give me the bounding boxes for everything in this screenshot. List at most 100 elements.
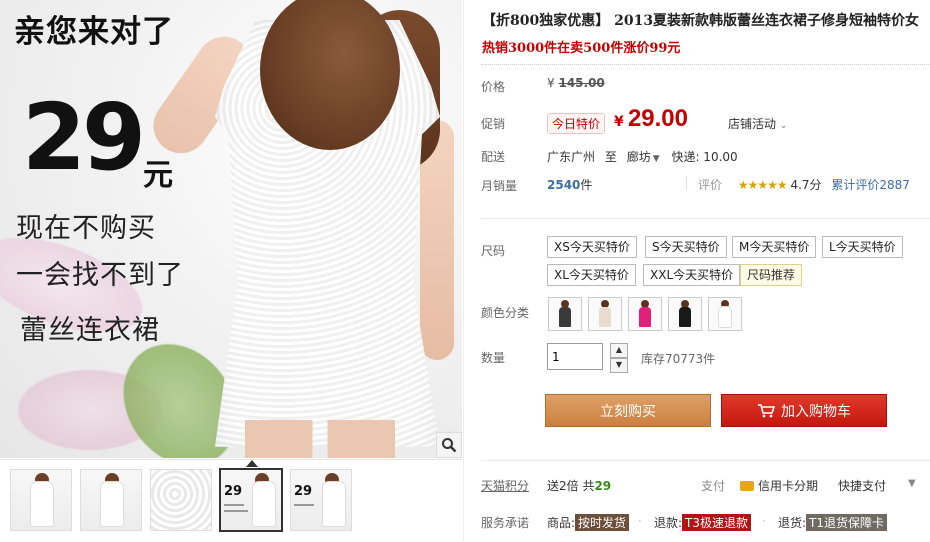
- quantity-label: 数量: [481, 351, 506, 365]
- quantity-decrease-button[interactable]: ▼: [610, 358, 628, 373]
- size-option-m[interactable]: M今天买特价: [732, 236, 817, 258]
- size-recommend-button[interactable]: 尺码推荐: [740, 264, 803, 286]
- caret-down-icon: ▼: [615, 360, 623, 369]
- thumbnail-lace-closeup: [151, 470, 211, 530]
- stock-count: 库存70773件: [641, 352, 716, 366]
- color-swatch-3[interactable]: [628, 297, 662, 331]
- points-value: 29: [594, 479, 612, 493]
- promo-headline: 亲您来对了: [14, 14, 174, 50]
- service-label: 服务承诺: [481, 516, 530, 530]
- thumbnail-4[interactable]: 29: [219, 468, 283, 532]
- swatch-dress: [559, 307, 571, 327]
- color-swatch-4[interactable]: [668, 297, 702, 331]
- zoom-button[interactable]: [436, 432, 462, 458]
- product-title: 【折800独家优惠】 2013夏装新款韩版蕾丝连衣裙子修身短袖特价女: [482, 13, 920, 29]
- color-swatch-2[interactable]: [588, 297, 622, 331]
- service-goods-label: 商品:: [547, 516, 576, 530]
- thumbnail-dress: [323, 482, 345, 526]
- quantity-input[interactable]: [547, 343, 603, 370]
- review-label: 评价: [698, 178, 723, 192]
- active-thumbnail-indicator: [246, 460, 258, 467]
- buy-now-button[interactable]: 立刻购买: [545, 394, 711, 427]
- currency-symbol: ¥: [614, 114, 624, 130]
- current-price: ¥ 29.00: [614, 105, 688, 133]
- caret-up-icon: ▲: [615, 345, 623, 354]
- currency-symbol: ¥: [547, 76, 555, 90]
- add-to-cart-label: 加入购物车: [781, 403, 851, 420]
- thumbnail-2[interactable]: [80, 469, 142, 531]
- thumbnail-strip: 29 29: [0, 459, 462, 542]
- thumbnail-3[interactable]: [150, 469, 212, 531]
- ship-destination-select[interactable]: 廊坊 ▼: [627, 150, 672, 164]
- thumbnail-1[interactable]: [10, 469, 72, 531]
- size-option-s[interactable]: S今天买特价: [645, 236, 727, 258]
- fast-refund-badge: T3极速退款: [682, 514, 752, 531]
- separator-dot: ·: [762, 514, 766, 528]
- product-subtitle: 热销3000件在卖500件涨价99元: [482, 41, 681, 56]
- caret-down-icon[interactable]: ▼: [908, 478, 916, 489]
- swatch-dress: [599, 307, 611, 327]
- chevron-down-icon: ⌄: [779, 121, 788, 131]
- shopping-cart-icon: [758, 403, 775, 417]
- points-info: 送2倍 共29: [547, 477, 611, 494]
- color-swatch-5[interactable]: [708, 297, 742, 331]
- service-return-label: 退货:: [778, 516, 807, 530]
- thumbnail-text-line: [224, 504, 244, 506]
- swatch-dress: [719, 307, 731, 327]
- thumbnail-dress: [253, 482, 275, 526]
- main-product-image[interactable]: 亲您来对了 29 元 现在不购买 一会找不到了 蕾丝连衣裙: [0, 0, 462, 458]
- thumbnail-text-line: [224, 510, 248, 512]
- promo-label: 促销: [481, 117, 506, 131]
- size-option-xl[interactable]: XL今天买特价: [547, 264, 636, 286]
- service-return[interactable]: 退货: T1退货保障卡: [778, 514, 888, 531]
- size-option-xs[interactable]: XS今天买特价: [547, 236, 637, 258]
- caret-down-icon: ▼: [652, 154, 660, 164]
- promo-price: 29: [22, 84, 146, 191]
- model-legs: [245, 420, 395, 458]
- shipping-info: 广东广州 至 廊坊 ▼ 快递: 10.00: [547, 148, 738, 165]
- quick-pay-option[interactable]: 快捷支付: [838, 477, 886, 494]
- credit-installment-option[interactable]: 信用卡分期: [740, 477, 818, 494]
- price-label: 价格: [481, 80, 506, 94]
- rating: 评价 ★★★★★ 4.7分 累计评价2887: [698, 176, 910, 193]
- shipping-label: 配送: [481, 150, 506, 164]
- tmall-points-link[interactable]: 天猫积分: [481, 477, 529, 494]
- today-special-tag: 今日特价: [547, 113, 606, 134]
- thumbnail-5[interactable]: 29: [290, 469, 352, 531]
- size-option-l[interactable]: L今天买特价: [822, 236, 903, 258]
- service-refund-label: 退款:: [654, 516, 683, 530]
- promo-price-unit: 元: [143, 158, 173, 193]
- promo-line-2: 一会找不到了: [16, 260, 184, 291]
- ship-from: 广东广州: [547, 150, 596, 164]
- monthly-sales: 2540件: [547, 176, 592, 193]
- total-reviews-link[interactable]: 累计评价2887: [831, 178, 910, 192]
- separator-dot: ·: [638, 514, 642, 528]
- promo-line-3: 蕾丝连衣裙: [20, 315, 160, 346]
- credit-installment-label: 信用卡分期: [758, 479, 819, 493]
- divider: [481, 218, 930, 219]
- points-prefix: 送2倍 共: [547, 479, 595, 493]
- swatch-dress: [679, 307, 691, 327]
- credit-card-icon: [740, 480, 754, 491]
- ontime-delivery-badge: 按时发货: [575, 514, 630, 531]
- thumbnail-text-line: [294, 504, 314, 506]
- service-goods[interactable]: 商品: 按时发货: [547, 514, 630, 531]
- thumbnail-price: 29: [224, 484, 243, 499]
- current-price-value: 29.00: [627, 105, 688, 132]
- ship-destination: 廊坊: [626, 150, 651, 164]
- original-price: ¥ 145.00: [547, 76, 605, 90]
- service-refund[interactable]: 退款: T3极速退款: [654, 514, 752, 531]
- divider: [481, 64, 930, 65]
- size-option-xxl[interactable]: XXL今天买特价: [643, 264, 741, 286]
- monthly-sales-label: 月销量: [481, 179, 518, 193]
- shop-activity-dropdown[interactable]: 店铺活动 ⌄: [728, 115, 787, 132]
- quantity-increase-button[interactable]: ▲: [610, 343, 628, 358]
- size-label: 尺码: [481, 244, 506, 258]
- original-price-value: 145.00: [558, 76, 605, 90]
- add-to-cart-button[interactable]: 加入购物车: [721, 394, 887, 427]
- shop-activity-label: 店铺活动: [728, 117, 777, 131]
- color-label: 颜色分类: [481, 306, 530, 320]
- rating-score: 4.7分: [790, 178, 822, 192]
- color-swatch-1[interactable]: [548, 297, 582, 331]
- express-fee: 快递: 10.00: [671, 150, 738, 164]
